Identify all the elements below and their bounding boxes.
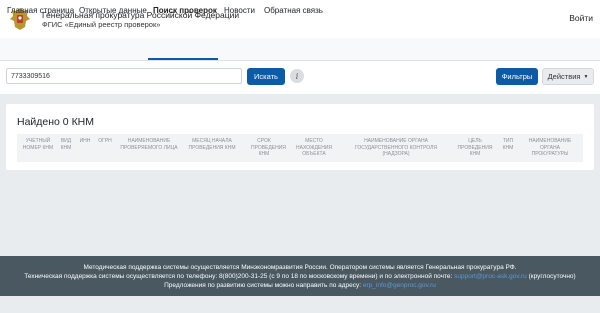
nav-item-news[interactable]: Новости <box>224 6 255 15</box>
column-header: Месяц начала проведения КНМ <box>188 138 236 151</box>
column-header: Наименование органа государственного кон… <box>354 138 438 157</box>
column-header: ОГРН <box>98 138 112 144</box>
nav-item-search-inspections[interactable]: Поиск проверок <box>153 6 217 15</box>
org-subtitle: ФГИС «Единый реестр проверок» <box>42 20 161 29</box>
column-header: Тип КНМ <box>502 138 514 151</box>
nav-item-home[interactable]: Главная страница <box>7 6 74 15</box>
footer-support-info: Методическая поддержка системы осуществл… <box>83 264 517 271</box>
suggestions-email-link[interactable]: erp_info@genproc.gov.ru <box>363 282 436 289</box>
login-link[interactable]: Войти <box>569 13 593 23</box>
actions-dropdown[interactable]: Действия ▼ <box>542 68 594 85</box>
search-button[interactable]: Искать <box>247 68 285 85</box>
actions-label: Действия <box>547 72 581 81</box>
search-input[interactable] <box>6 68 242 84</box>
column-header: Вид КНМ <box>60 138 72 151</box>
column-header: Учетный номер КНМ <box>22 138 54 151</box>
active-tab-indicator <box>148 58 218 60</box>
footer-phone-text: Техническая поддержка системы осуществля… <box>24 273 453 280</box>
column-header: Срок проведения КНМ <box>251 138 286 157</box>
column-header: Цель проведения КНМ <box>457 138 493 157</box>
support-email-link[interactable]: support@proc-ask.gov.ru <box>454 273 527 280</box>
column-header: Место нахождения объекта <box>296 138 333 157</box>
caret-down-icon: ▼ <box>583 73 589 80</box>
main-nav <box>0 38 600 61</box>
nav-item-feedback[interactable]: Обратная связь <box>264 6 323 15</box>
footer-hours-text: (круглосуточно) <box>528 273 576 280</box>
results-count: Найдено 0 КНМ <box>17 116 95 128</box>
column-header: ИНН <box>79 138 91 144</box>
nav-item-open-data[interactable]: Открытые данные <box>79 6 147 15</box>
footer-tech-support: Техническая поддержка системы осуществля… <box>0 273 600 280</box>
footer-suggestions: Предложения по развитию системы можно на… <box>0 282 600 289</box>
info-icon[interactable]: i <box>290 69 304 83</box>
filters-button[interactable]: Фильтры <box>496 68 538 85</box>
column-header: Наименование проверяемого лица <box>120 138 178 151</box>
footer-suggestions-text: Предложения по развитию системы можно на… <box>164 282 362 289</box>
page-bottom <box>0 296 600 313</box>
column-header: Наименование органа прокуратуры <box>528 138 572 157</box>
